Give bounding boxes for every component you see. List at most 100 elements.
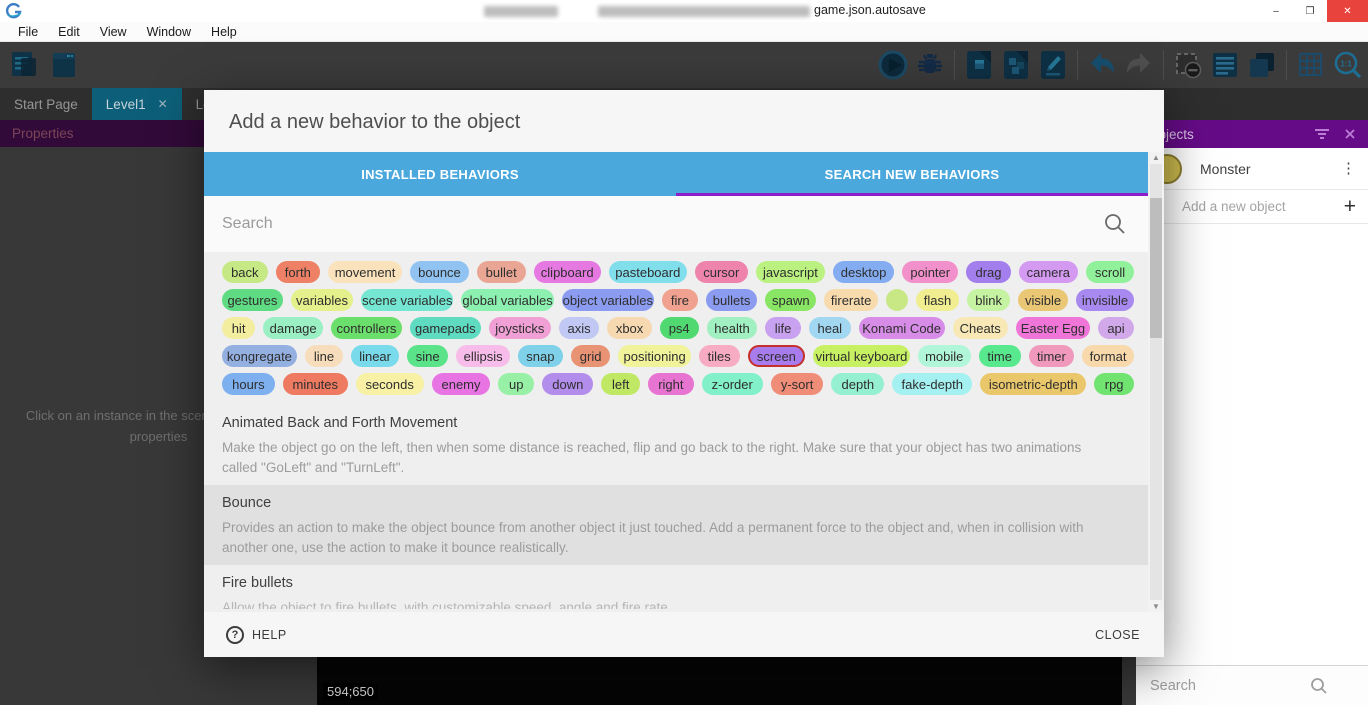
tag-chip-hours[interactable]: hours <box>222 373 275 395</box>
close-window-button[interactable]: ✕ <box>1327 0 1368 22</box>
edit-scene-document-icon[interactable] <box>1037 48 1069 82</box>
zoom-1-1-icon[interactable]: 1:1 <box>1332 48 1364 82</box>
tag-chip-scene-variables[interactable]: scene variables <box>361 289 453 311</box>
tag-chip-bullets[interactable]: bullets <box>706 289 757 311</box>
object-list-item[interactable]: Monster ⋮ <box>1136 148 1368 190</box>
tag-chip-health[interactable]: health <box>707 317 758 339</box>
tag-chip-minutes[interactable]: minutes <box>283 373 348 395</box>
dialog-scrollbar[interactable]: ▲ ▼ <box>1148 152 1164 612</box>
tag-chip-konami-code[interactable]: Konami Code <box>859 317 945 339</box>
layers-icon[interactable] <box>1246 48 1278 82</box>
editor-tab-level1[interactable]: Level1✕ <box>92 88 182 120</box>
object-document-icon[interactable] <box>963 48 995 82</box>
tag-chip-gamepads[interactable]: gamepads <box>410 317 481 339</box>
tab-close-icon[interactable]: ✕ <box>158 97 168 111</box>
tag-chip-rpg[interactable]: rpg <box>1094 373 1134 395</box>
tag-chip-down[interactable]: down <box>542 373 593 395</box>
tag-chip-virtual-keyboard[interactable]: virtual keyboard <box>813 345 909 367</box>
tag-chip-camera[interactable]: camera <box>1019 261 1078 283</box>
tag-chip-clipboard[interactable]: clipboard <box>534 261 601 283</box>
tag-chip-scroll[interactable]: scroll <box>1086 261 1134 283</box>
tag-chip-gestures[interactable]: gestures <box>222 289 283 311</box>
tag-chip-snap[interactable]: snap <box>518 345 563 367</box>
tag-chip-sine[interactable]: sine <box>407 345 448 367</box>
tag-chip[interactable] <box>886 289 908 311</box>
instances-list-icon[interactable] <box>1209 48 1241 82</box>
editor-tab-start-page[interactable]: Start Page <box>0 88 92 120</box>
tag-chip-kongregate[interactable]: kongregate <box>222 345 297 367</box>
filter-icon[interactable] <box>1314 128 1330 140</box>
tag-chip-isometric-depth[interactable]: isometric-depth <box>980 373 1086 395</box>
restore-button[interactable]: ❐ <box>1293 0 1327 22</box>
objects-group-document-icon[interactable] <box>1000 48 1032 82</box>
dialog-tab-installed-behaviors[interactable]: INSTALLED BEHAVIORS <box>204 152 676 196</box>
menu-view[interactable]: View <box>90 22 137 41</box>
close-panel-icon[interactable] <box>1344 128 1356 140</box>
tag-chip-forth[interactable]: forth <box>276 261 320 283</box>
tag-chip-movement[interactable]: movement <box>328 261 402 283</box>
objects-panel-header[interactable]: Objects <box>1136 120 1368 148</box>
tag-chip-hit[interactable]: hit <box>222 317 255 339</box>
menu-edit[interactable]: Edit <box>48 22 90 41</box>
tag-chip-blink[interactable]: blink <box>967 289 1010 311</box>
behavior-list-item-bounce[interactable]: BounceProvides an action to make the obj… <box>204 485 1148 565</box>
behavior-search-input[interactable] <box>222 215 1104 233</box>
tag-chip-grid[interactable]: grid <box>571 345 611 367</box>
tag-chip-joysticks[interactable]: joysticks <box>489 317 551 339</box>
tag-chip-pasteboard[interactable]: pasteboard <box>609 261 687 283</box>
tag-chip-api[interactable]: api <box>1098 317 1134 339</box>
tag-chip-linear[interactable]: linear <box>351 345 399 367</box>
tag-chip-heal[interactable]: heal <box>809 317 851 339</box>
play-icon[interactable] <box>877 48 909 82</box>
tag-chip-bounce[interactable]: bounce <box>410 261 469 283</box>
objects-search-input[interactable] <box>1150 678 1310 694</box>
tag-chip-global-variables[interactable]: global variables <box>461 289 553 311</box>
help-button[interactable]: ? HELP <box>226 626 287 644</box>
scrollbar-thumb[interactable] <box>1150 198 1162 338</box>
tag-chip-cheats[interactable]: Cheats <box>953 317 1008 339</box>
tag-chip-spawn[interactable]: spawn <box>765 289 816 311</box>
tag-chip-line[interactable]: line <box>305 345 343 367</box>
tag-chip-screen[interactable]: screen <box>748 345 806 367</box>
tag-chip-xbox[interactable]: xbox <box>607 317 651 339</box>
tag-chip-ellipsis[interactable]: ellipsis <box>456 345 510 367</box>
tag-chip-seconds[interactable]: seconds <box>356 373 424 395</box>
tag-chip-damage[interactable]: damage <box>263 317 323 339</box>
tag-chip-bullet[interactable]: bullet <box>477 261 526 283</box>
tag-chip-ps4[interactable]: ps4 <box>660 317 699 339</box>
tag-chip-javascript[interactable]: javascript <box>756 261 825 283</box>
behavior-list-item-fire-bullets[interactable]: Fire bulletsAllow the object to fire bul… <box>204 565 1148 609</box>
tag-chip-life[interactable]: life <box>765 317 800 339</box>
tag-chip-desktop[interactable]: desktop <box>833 261 894 283</box>
tag-chip-object-variables[interactable]: object variables <box>562 289 654 311</box>
tag-chip-controllers[interactable]: controllers <box>331 317 402 339</box>
tag-chip-z-order[interactable]: z-order <box>702 373 763 395</box>
tag-chip-right[interactable]: right <box>648 373 694 395</box>
tag-chip-y-sort[interactable]: y-sort <box>771 373 824 395</box>
tag-chip-cursor[interactable]: cursor <box>695 261 748 283</box>
clear-selection-icon[interactable] <box>1172 48 1204 82</box>
scroll-down-arrow[interactable]: ▼ <box>1148 602 1164 611</box>
tag-chip-time[interactable]: time <box>979 345 1021 367</box>
tag-chip-depth[interactable]: depth <box>831 373 884 395</box>
project-manager-icon[interactable] <box>8 48 40 82</box>
tag-chip-pointer[interactable]: pointer <box>902 261 958 283</box>
tag-chip-timer[interactable]: timer <box>1029 345 1074 367</box>
tag-chip-up[interactable]: up <box>498 373 534 395</box>
tag-chip-fire[interactable]: fire <box>662 289 698 311</box>
scroll-up-arrow[interactable]: ▲ <box>1148 153 1164 162</box>
tag-chip-invisible[interactable]: invisible <box>1076 289 1134 311</box>
redo-icon[interactable] <box>1123 48 1155 82</box>
menu-window[interactable]: Window <box>137 22 201 41</box>
tag-chip-enemy[interactable]: enemy <box>432 373 491 395</box>
grid-icon[interactable] <box>1295 48 1327 82</box>
dialog-tab-search-new-behaviors[interactable]: SEARCH NEW BEHAVIORS <box>676 152 1148 196</box>
tag-chip-visible[interactable]: visible <box>1018 289 1068 311</box>
add-object-row[interactable]: Add a new object + <box>1136 190 1368 224</box>
behavior-list-item-animated-back-and-forth-movement[interactable]: Animated Back and Forth MovementMake the… <box>204 405 1148 485</box>
debug-icon[interactable] <box>914 48 946 82</box>
tag-chip-tiles[interactable]: tiles <box>699 345 740 367</box>
undo-icon[interactable] <box>1086 48 1118 82</box>
tag-chip-positioning[interactable]: positioning <box>618 345 690 367</box>
tag-chip-fake-depth[interactable]: fake-depth <box>892 373 972 395</box>
